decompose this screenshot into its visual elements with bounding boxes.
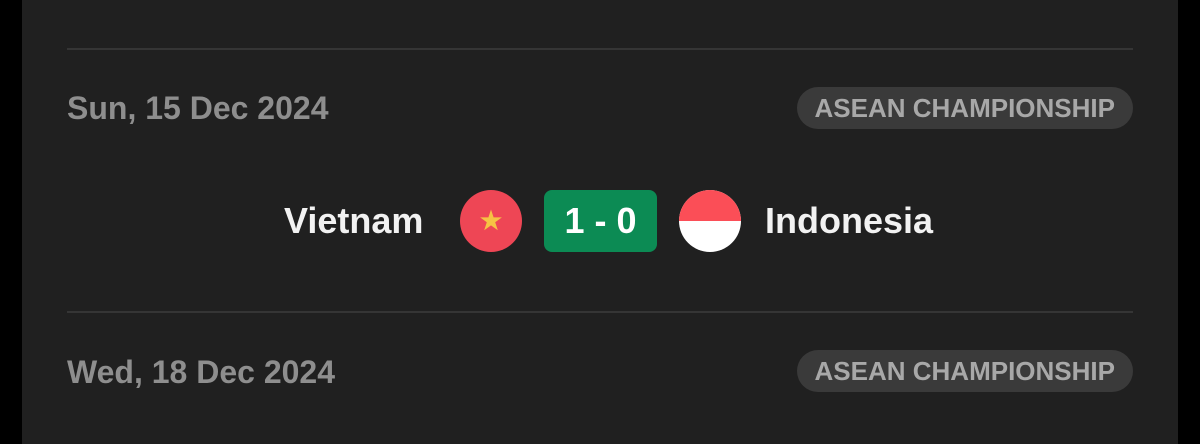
- star-icon: [480, 209, 502, 231]
- home-team-name[interactable]: Vietnam: [284, 200, 423, 242]
- indonesia-flag-icon: [679, 190, 741, 252]
- vietnam-flag-icon: [460, 190, 522, 252]
- divider: [67, 311, 1133, 313]
- match-score[interactable]: 1 - 0: [544, 190, 657, 252]
- competition-badge[interactable]: ASEAN CHAMPIONSHIP: [796, 350, 1133, 392]
- match-date: Sun, 15 Dec 2024: [67, 90, 329, 126]
- away-team-name[interactable]: Indonesia: [765, 200, 933, 242]
- competition-badge[interactable]: ASEAN CHAMPIONSHIP: [796, 87, 1133, 129]
- divider: [67, 48, 1133, 50]
- match-date: Wed, 18 Dec 2024: [67, 354, 336, 390]
- match-list: Sun, 15 Dec 2024 ASEAN CHAMPIONSHIP Viet…: [22, 0, 1178, 444]
